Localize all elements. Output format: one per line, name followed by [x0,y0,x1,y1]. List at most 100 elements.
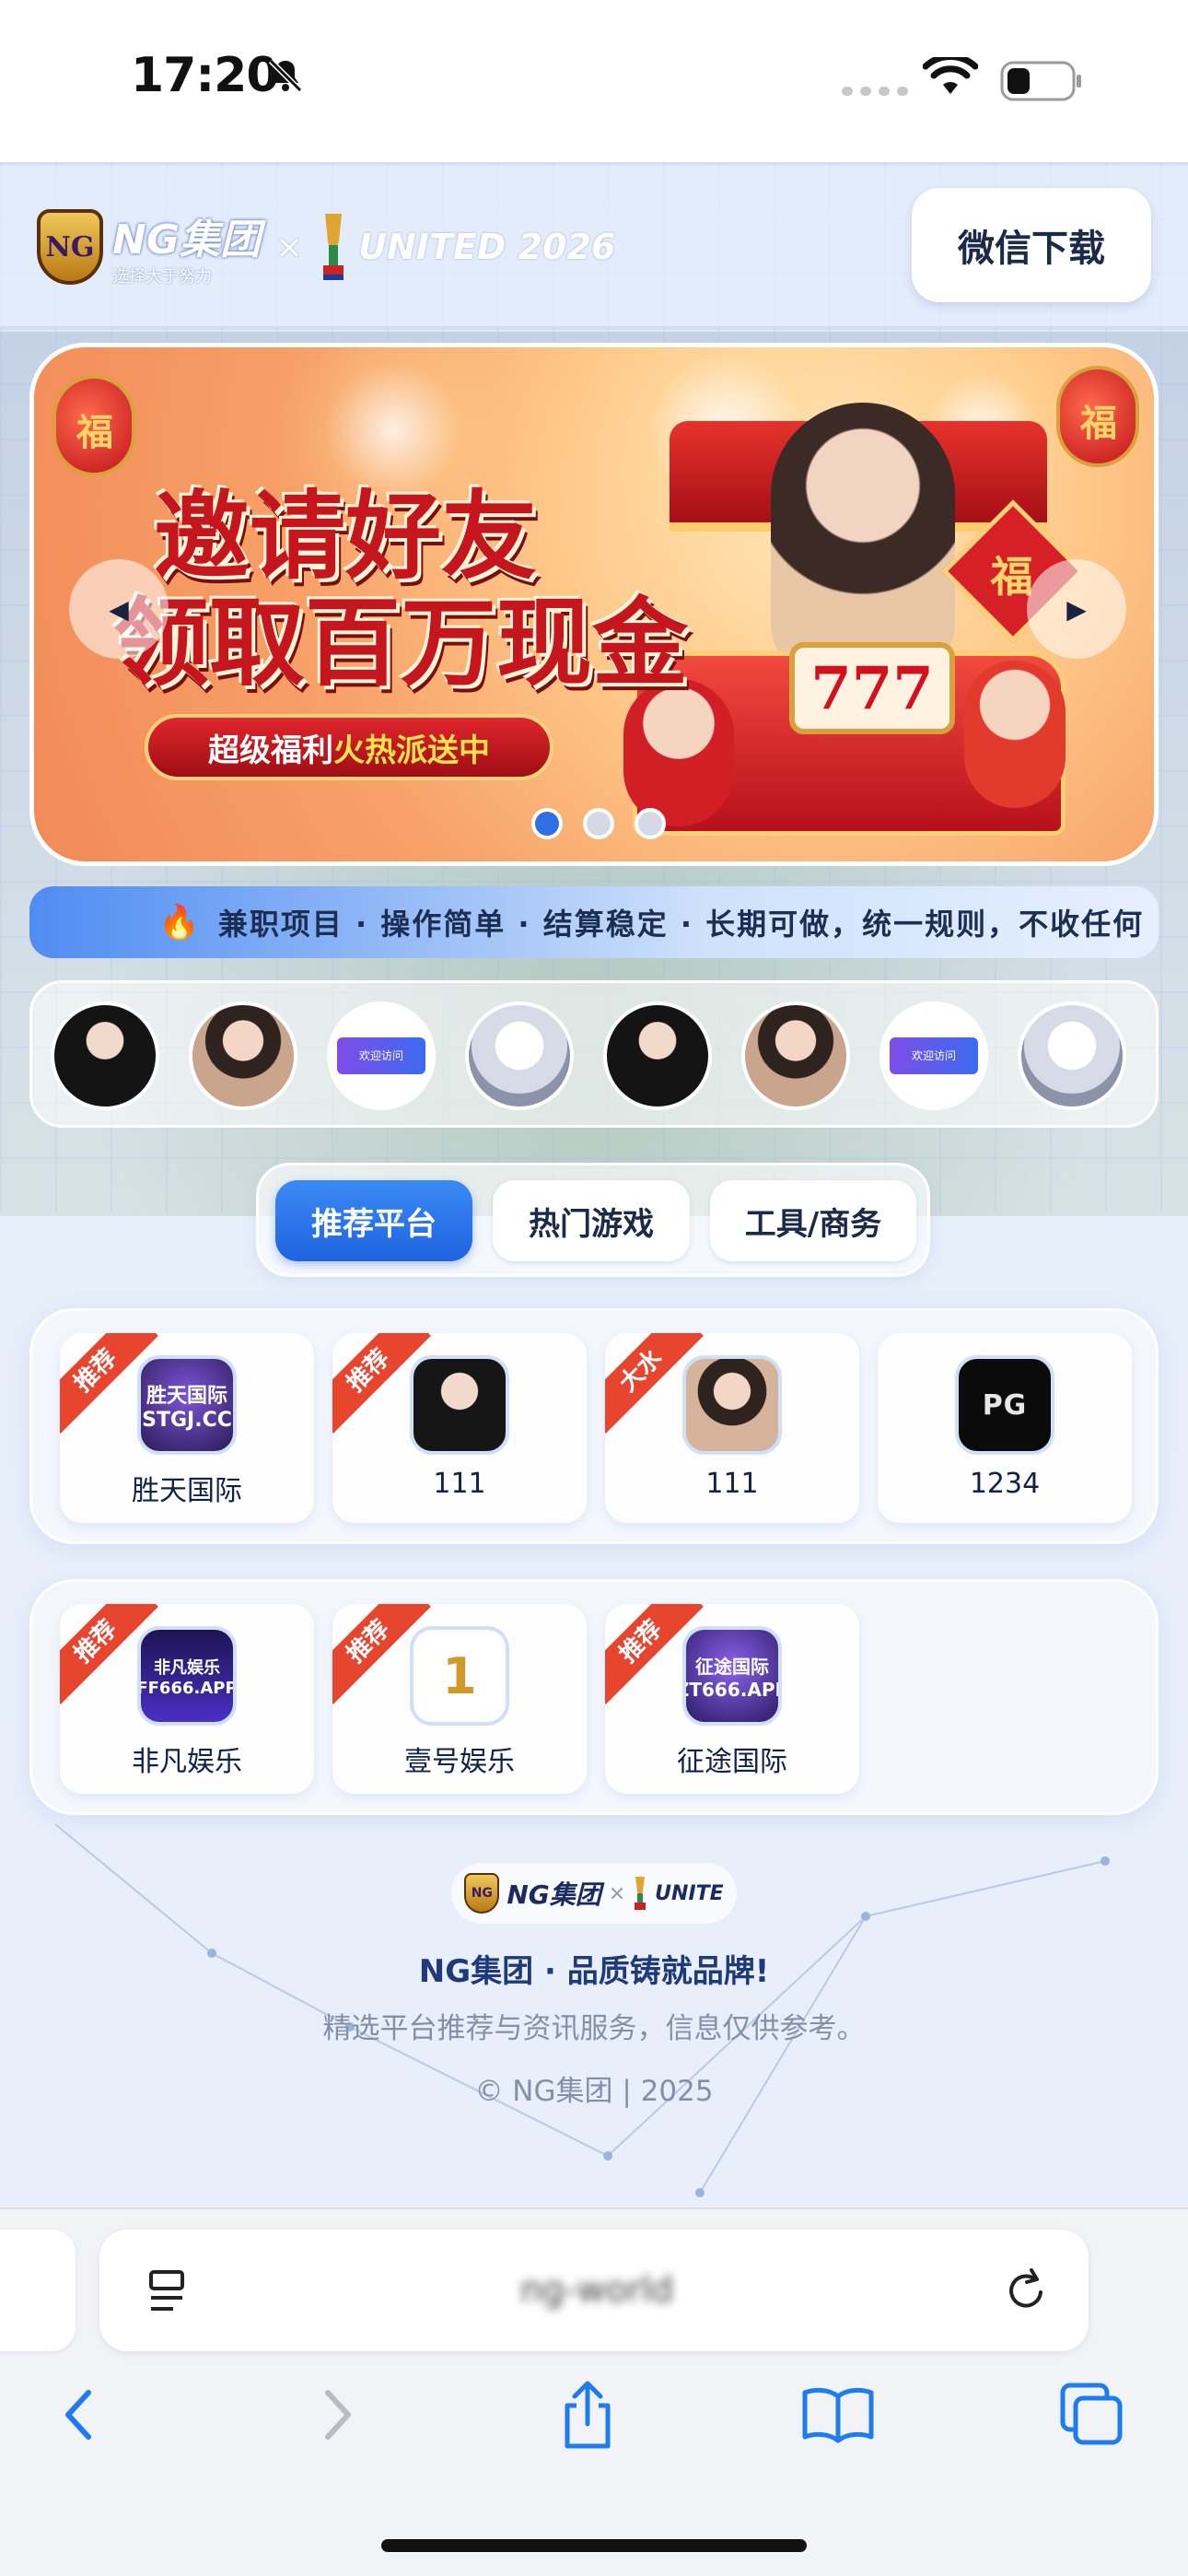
fire-icon: 🔥 [158,904,200,942]
avatar-card-label: 欢迎访问 [337,1037,425,1074]
chevron-right-icon [325,2390,351,2440]
logo-badge: NG [37,209,103,285]
lantern-icon [1056,366,1139,467]
tabs-icon [1060,2383,1123,2445]
app-name: 胜天国际 [132,1475,242,1507]
site-header: NG NG集团 选择大于努力 × UNITED 2026 微信下载 [0,166,1188,328]
address-bar[interactable]: ng-world [99,2230,1089,2351]
avatar-strip: 欢迎访问 欢迎访问 [29,980,1159,1128]
app-icon-text: 胜天国际 STGJ.CC [142,1384,232,1432]
promo-banner-carousel[interactable]: 福 777 邀请好友 领取百万现金 超级福利火热派送中 ◀ ▶ [29,343,1159,866]
world-cup-trophy-icon [323,214,344,280]
app-icon-text: 非凡娱乐 FF666.APP [137,1657,237,1698]
arrow-right-icon: ▶ [1066,594,1087,624]
app-icon-shengtian: 胜天国际 STGJ.CC [137,1355,237,1455]
app-grid-row: 非凡娱乐 FF666.APP 推荐 非凡娱乐 1 推荐 壹号娱乐 征途国际 ZT… [29,1579,1159,1815]
url-text[interactable]: ng-world [431,2266,763,2313]
avatar-card-label: 欢迎访问 [890,1037,978,1074]
app-grid-row: 胜天国际 STGJ.CC 推荐 胜天国际 推荐 111 大水 111 PG 12… [29,1308,1159,1544]
app-card[interactable]: PG 1234 [878,1333,1132,1523]
app-card[interactable]: 非凡娱乐 FF666.APP 推荐 非凡娱乐 [60,1604,314,1794]
app-icon-avatar [682,1355,782,1455]
carousel-dot[interactable] [583,808,614,839]
book-icon [802,2387,874,2443]
slot-machine-decoration: 777 [789,642,955,734]
avatar[interactable]: 欢迎访问 [327,1001,436,1110]
banner-title-line2: 领取百万现金 [113,586,689,699]
avatar[interactable] [51,1001,159,1110]
site-logo[interactable]: NG NG集团 选择大于努力 × UNITED 2026 [37,206,615,287]
battery-icon [1000,61,1081,101]
announcement-marquee: 🔥 兼职项目 · 操作简单 · 结算稳定 · 长期可做，统一规则，不收任何 [29,886,1159,958]
banner-subtitle-part2: 火热派送中 [333,732,490,769]
app-name: 111 [705,1468,759,1500]
footer-copyright: © NG集团 | 2025 [474,2075,714,2108]
footer-logo-separator: × [608,1881,626,1905]
app-name: 壹号娱乐 [404,1746,515,1778]
bell-muted-icon [268,58,303,93]
logo-text-block: NG集团 选择大于努力 [112,206,261,287]
carousel-prev-button[interactable]: ◀ [69,559,169,659]
app-card[interactable]: 胜天国际 STGJ.CC 推荐 胜天国际 [60,1333,314,1523]
tabs-button[interactable] [1037,2364,1147,2465]
back-button[interactable] [24,2364,134,2465]
logo-separator: × [274,228,304,266]
avatar[interactable] [741,1001,850,1110]
wechat-download-button[interactable]: 微信下载 [912,188,1151,302]
app-card[interactable]: 1 推荐 壹号娱乐 [332,1604,587,1794]
app-icon-text: 征途国际 ZT666.APP [686,1655,778,1701]
app-name: 111 [433,1468,486,1500]
logo-name: NG集团 [112,217,261,263]
category-tabs: 推荐平台 热门游戏 工具/商务 [256,1163,930,1277]
tab-hot-games[interactable]: 热门游戏 [493,1180,690,1261]
chevron-left-icon [65,2390,91,2440]
footer-tagline: NG集团 · 品质铸就品牌! [418,1953,770,1990]
marquee-text: 兼职项目 · 操作简单 · 结算稳定 · 长期可做，统一规则，不收任何 [217,907,1145,942]
app-icon-avatar [410,1355,509,1455]
bookmarks-button[interactable] [783,2364,893,2465]
cartoon-character-decoration [964,661,1066,808]
carousel-dot[interactable] [635,808,666,839]
footer-description: 精选平台推荐与资讯服务，信息仅供参考。 [322,2012,866,2045]
status-time: 17:20 [131,48,280,103]
app-name: 1234 [969,1468,1041,1500]
footer-logo: NG NG集团 × UNITE [451,1863,737,1924]
avatar[interactable] [189,1001,297,1110]
app-icon-zhengtu: 征途国际 ZT666.APP [682,1626,782,1726]
world-cup-trophy-icon [635,1877,646,1910]
carousel-indicator [531,808,666,839]
browser-toolbar: ng-world [0,2207,1188,2576]
app-card[interactable]: 推荐 111 [332,1333,587,1523]
forward-button[interactable] [282,2364,392,2465]
share-button[interactable] [532,2364,643,2465]
signal-icon [842,87,908,96]
banner-subtitle: 超级福利 火热派送中 [145,714,553,780]
fu-ornament-text: 福 [990,551,1033,602]
reader-mode-icon[interactable] [146,2268,192,2316]
avatar[interactable] [465,1001,574,1110]
logo-badge-text: NG [45,230,95,263]
app-icon-text: 1 [442,1646,477,1705]
carousel-dot[interactable] [531,808,563,839]
avatar[interactable]: 欢迎访问 [879,1001,988,1110]
footer-partner-text: UNITE [655,1881,724,1905]
avatar[interactable] [603,1001,712,1110]
share-icon [565,2381,611,2449]
app-card[interactable]: 大水 111 [605,1333,859,1523]
footer-logo-badge: NG [464,1873,500,1914]
logo-slogan: 选择大于努力 [112,267,212,287]
avatar[interactable] [1018,1001,1126,1110]
tab-tools-business[interactable]: 工具/商务 [710,1180,916,1261]
tab-recommended[interactable]: 推荐平台 [275,1180,472,1261]
app-icon-text: PG [982,1388,1028,1422]
app-name: 征途国际 [677,1746,787,1778]
app-card[interactable]: 征途国际 ZT666.APP 推荐 征途国际 [605,1604,859,1794]
app-icon-pg: PG [955,1355,1054,1455]
previous-tab-preview[interactable] [0,2230,76,2351]
carousel-next-button[interactable]: ▶ [1027,559,1126,659]
home-indicator [381,2539,807,2552]
banner-model-image [771,403,955,679]
reload-icon[interactable] [1000,2265,1052,2316]
partner-logo-text: UNITED 2026 [358,227,616,267]
app-name: 非凡娱乐 [132,1746,242,1778]
